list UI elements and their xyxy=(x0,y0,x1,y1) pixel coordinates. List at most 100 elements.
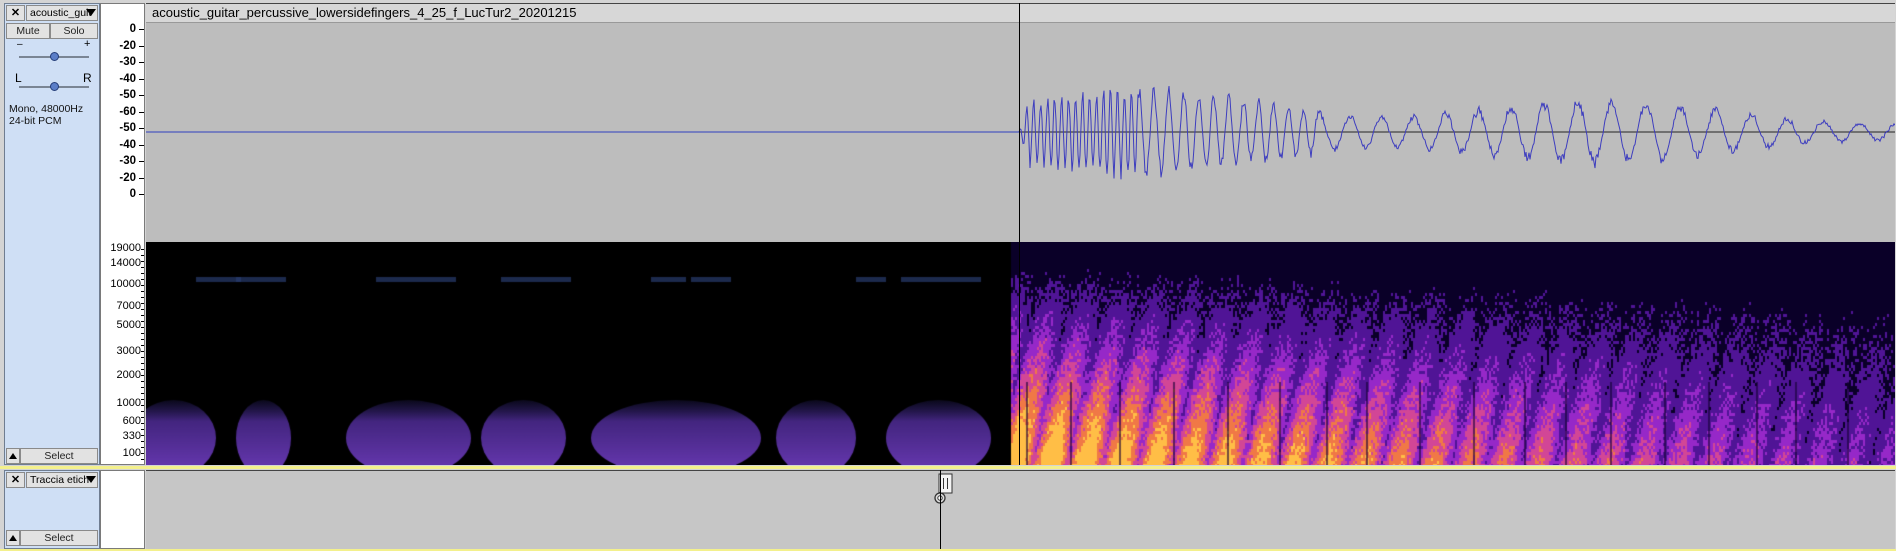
ruler-tick xyxy=(141,333,144,334)
ruler-tick xyxy=(141,267,144,268)
pan-left-label: L xyxy=(15,71,22,85)
waveform-ruler-label: -30 xyxy=(119,155,136,167)
format-info-depth: 24-bit PCM xyxy=(9,115,62,127)
spectrogram-ruler-label: 1000 xyxy=(116,397,141,409)
spectrogram-ruler-label: 600 xyxy=(122,415,141,427)
ruler-tick xyxy=(141,339,144,340)
waveform-graph xyxy=(146,85,1895,180)
label-track-area[interactable] xyxy=(146,470,1895,549)
spectrogram-ruler-label: 7000 xyxy=(116,300,141,312)
ruler-tick xyxy=(139,194,144,195)
select-track-button[interactable]: Select xyxy=(20,448,98,464)
solo-button[interactable]: Solo xyxy=(50,23,98,39)
ruler-tick xyxy=(139,78,144,80)
ruler-tick xyxy=(141,249,144,250)
ruler-tick xyxy=(141,417,144,418)
ruler-tick xyxy=(139,144,144,146)
spectrogram-ruler-label: 2000 xyxy=(116,369,141,381)
ruler-tick xyxy=(139,45,144,47)
collapse-button[interactable] xyxy=(6,448,20,464)
ruler-tick xyxy=(141,255,144,256)
waveform-ruler-label: -20 xyxy=(119,171,136,184)
ruler-tick xyxy=(141,297,144,298)
ruler-tick xyxy=(141,423,144,424)
waveform-ruler-label: 0 xyxy=(129,188,136,200)
ruler-tick xyxy=(139,29,144,30)
spectrogram-ruler-label: 14000 xyxy=(110,257,141,269)
ruler-tick xyxy=(139,177,144,179)
spectrogram-ruler-label: 100 xyxy=(122,447,141,459)
ruler-tick xyxy=(141,327,144,328)
ruler-tick xyxy=(139,128,144,129)
ruler-tick xyxy=(141,261,144,262)
spectrogram-ruler-label: 19000 xyxy=(110,242,141,254)
pan-slider-knob[interactable] xyxy=(49,82,59,91)
ruler-tick xyxy=(141,351,144,352)
ruler-tick xyxy=(139,111,144,113)
track-name-label: acoustic_guit xyxy=(30,7,92,19)
ruler-tick xyxy=(139,161,144,162)
ruler-tick xyxy=(141,375,144,376)
track-name-menu[interactable]: acoustic_guit xyxy=(26,5,98,21)
ruler-tick xyxy=(141,429,144,430)
play-cursor-line xyxy=(1019,3,1020,465)
waveform-view[interactable]: acoustic_guitar_percussive_lowersidefing… xyxy=(146,3,1895,242)
ruler-tick xyxy=(141,411,144,412)
waveform-ruler-label: -60 xyxy=(119,105,136,118)
collapse-up-icon xyxy=(9,535,17,541)
ruler-tick xyxy=(141,291,144,292)
ruler-tick xyxy=(141,279,144,280)
label-handle-icon[interactable] xyxy=(929,473,969,513)
ruler-tick xyxy=(141,309,144,310)
waveform-ruler-label: -40 xyxy=(119,72,136,85)
audio-track-control-panel: ✕ acoustic_guit Mute Solo – + L R Mono, … xyxy=(4,3,100,465)
waveform-ruler-label: -50 xyxy=(119,122,136,134)
label-cursor-line xyxy=(940,470,941,549)
ruler-tick xyxy=(141,387,144,388)
gain-slider-knob[interactable] xyxy=(49,52,59,61)
ruler-tick xyxy=(141,405,144,406)
chevron-down-icon xyxy=(86,9,96,16)
waveform-ruler-label: -20 xyxy=(119,39,136,52)
label-track-ruler xyxy=(100,470,145,549)
ruler-tick xyxy=(141,369,144,370)
waveform-ruler-label: -50 xyxy=(119,89,136,101)
ruler-tick xyxy=(141,315,144,316)
ruler-tick xyxy=(141,381,144,382)
ruler-tick xyxy=(141,453,144,454)
label-track-control-panel: ✕ Traccia etich Select xyxy=(4,470,100,549)
waveform-ruler-label: -40 xyxy=(119,138,136,151)
close-icon[interactable]: ✕ xyxy=(6,5,25,21)
spectrogram-view[interactable] xyxy=(146,242,1895,465)
ruler-tick xyxy=(141,399,144,400)
waveform-ruler-label: -30 xyxy=(119,56,136,68)
format-info-rate: Mono, 48000Hz xyxy=(9,103,84,115)
waveform-trace xyxy=(1018,85,1895,180)
vertical-ruler: 0 -20 -30 -40 -50 -60 -50 -40 -30 -20 0 19000 14000 1… xyxy=(100,3,145,465)
ruler-tick xyxy=(141,435,144,436)
ruler-tick xyxy=(141,357,144,358)
mute-button[interactable]: Mute xyxy=(6,23,50,39)
close-icon[interactable]: ✕ xyxy=(6,472,25,488)
collapse-button[interactable] xyxy=(6,530,20,546)
gain-minus-label: – xyxy=(17,39,23,50)
spectrogram-canvas xyxy=(146,242,1895,465)
collapse-up-icon xyxy=(9,453,17,459)
select-label-track-button[interactable]: Select xyxy=(20,530,98,546)
ruler-tick xyxy=(141,321,144,322)
pan-right-label: R xyxy=(83,71,92,85)
ruler-tick xyxy=(141,447,144,448)
ruler-tick xyxy=(141,273,144,274)
spectrogram-ruler-label: 3000 xyxy=(116,345,141,357)
ruler-tick xyxy=(141,459,144,460)
gain-plus-label: + xyxy=(84,38,91,50)
ruler-tick xyxy=(141,441,144,442)
label-track-name-menu[interactable]: Traccia etich xyxy=(26,472,98,488)
chevron-down-icon xyxy=(86,476,96,483)
ruler-tick xyxy=(139,62,144,63)
ruler-tick xyxy=(141,363,144,364)
spectrogram-ruler-label: 5000 xyxy=(116,319,141,331)
spectrogram-ruler-label: 10000 xyxy=(110,278,141,290)
spectrogram-ruler-label: 330 xyxy=(122,430,141,442)
ruler-tick xyxy=(139,95,144,96)
